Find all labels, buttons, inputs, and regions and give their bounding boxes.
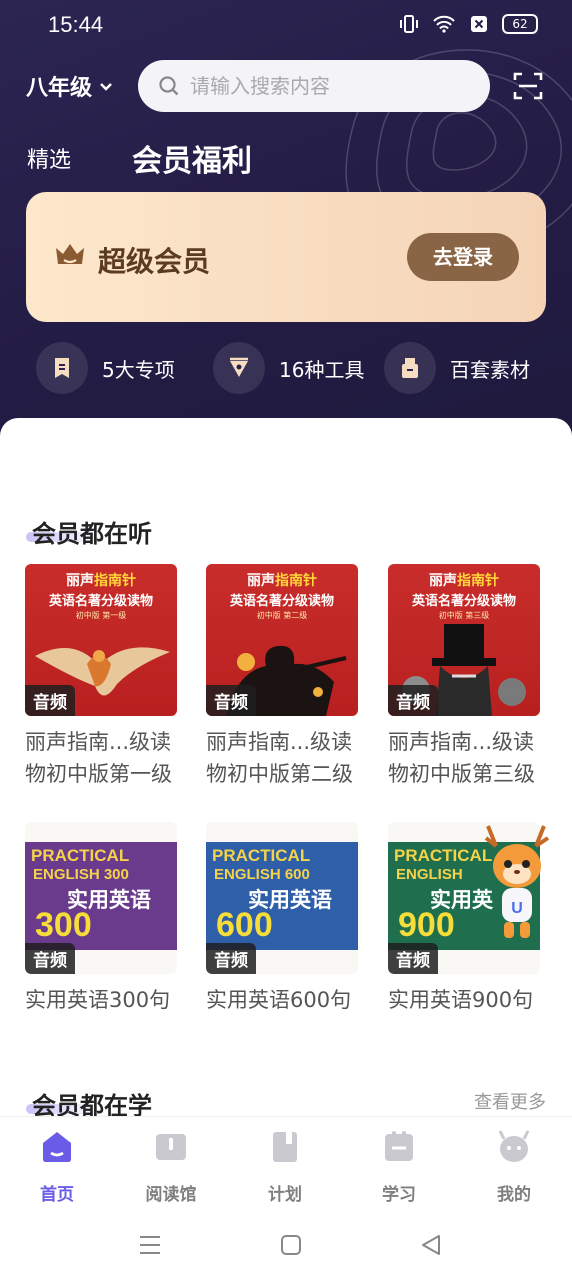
tab-reading-hall[interactable]: 阅读馆 xyxy=(131,1129,211,1205)
tab-label: 计划 xyxy=(268,1185,302,1205)
cover-subtitle: 英语名著分级读物 xyxy=(411,594,516,609)
book-cover: 丽声指南针 英语名著分级读物 初中版 第三级 音频 xyxy=(388,564,540,716)
search-input[interactable] xyxy=(190,74,460,98)
tab-label: 学习 xyxy=(382,1185,416,1205)
super-member-card[interactable]: 超级会员 去登录 xyxy=(26,192,546,322)
book-card[interactable]: PRACTICAL ENGLISH 300 实用英语 300 音频 实用英语30… xyxy=(25,822,177,1016)
battery-indicator: 62 xyxy=(502,14,538,34)
book-title: 丽声指南...级读物初中版第一级 xyxy=(25,730,172,786)
cover-subtitle: 英语名著分级读物 xyxy=(229,594,334,609)
tab-member-benefits[interactable]: 会员福利 xyxy=(132,136,252,180)
scan-icon[interactable] xyxy=(512,70,544,102)
svg-text:U: U xyxy=(511,900,523,917)
crown-icon xyxy=(56,244,84,264)
search-bar[interactable] xyxy=(138,60,490,112)
perk-label: 16种工具 xyxy=(279,357,365,382)
clipboard-icon xyxy=(385,1131,413,1161)
notebook-icon xyxy=(273,1132,297,1162)
search-icon xyxy=(159,76,179,96)
cover-number: 900 xyxy=(398,906,455,944)
tab-plan[interactable]: 计划 xyxy=(245,1129,325,1205)
status-bar: 15:44 62 xyxy=(0,0,572,52)
status-time: 15:44 xyxy=(48,12,104,37)
perk-materials[interactable]: 百套素材 xyxy=(384,342,530,394)
pen-icon xyxy=(230,357,248,377)
perk-label: 百套素材 xyxy=(450,357,530,382)
deer-face-icon xyxy=(498,1130,530,1162)
bookmark-icon xyxy=(55,358,69,378)
grade-label: 八年级 xyxy=(26,76,93,101)
audio-badge: 音频 xyxy=(206,943,256,974)
perk-icon-wrap xyxy=(213,342,265,394)
back-triangle-icon[interactable] xyxy=(420,1234,442,1256)
book-card[interactable]: 丽声指南针 英语名著分级读物 初中版 第二级 音频 丽声指南...级读物初中版第… xyxy=(206,564,358,790)
book-title: 丽声指南...级读物初中版第二级 xyxy=(206,730,353,786)
tab-home[interactable]: 首页 xyxy=(17,1129,97,1205)
system-nav-bar xyxy=(0,1212,572,1280)
chevron-down-icon xyxy=(100,83,112,91)
perk-tools[interactable]: 16种工具 xyxy=(213,342,364,394)
perk-icon-wrap xyxy=(36,342,88,394)
audio-badge: 音频 xyxy=(25,943,75,974)
book-cover: PRACTICAL ENGLISH 300 实用英语 300 音频 xyxy=(25,822,177,974)
perks-row: 5大专项 16种工具 百套素材 xyxy=(0,342,572,398)
book-cover: 丽声指南针 英语名著分级读物 初中版 第一级 音频 xyxy=(25,564,177,716)
audio-badge: 音频 xyxy=(388,943,438,974)
cover-line2: ENGLISH 300 xyxy=(33,866,129,883)
cover-brand: 丽声指南针 xyxy=(66,573,136,589)
sim-x-icon xyxy=(471,16,487,32)
cover-line2: ENGLISH xyxy=(396,866,463,883)
cover-brand: 丽声指南针 xyxy=(429,573,499,589)
cover-level: 初中版 第二级 xyxy=(256,611,308,620)
super-member-title: 超级会员 xyxy=(98,245,211,278)
tab-label: 阅读馆 xyxy=(145,1185,197,1205)
cover-subtitle: 英语名著分级读物 xyxy=(48,594,153,609)
book-title: 实用英语300句 xyxy=(25,988,171,1012)
cover-line1: PRACTICAL xyxy=(212,846,311,865)
tab-label: 首页 xyxy=(40,1185,74,1205)
login-button[interactable]: 去登录 xyxy=(407,233,519,281)
wifi-icon xyxy=(433,15,455,33)
book-card[interactable]: PRACTICAL ENGLISH 600 实用英语 600 音频 实用英语60… xyxy=(206,822,358,1016)
cover-number: 300 xyxy=(35,906,92,944)
cover-line1: PRACTICAL xyxy=(31,846,130,865)
view-more-link[interactable]: 查看更多 xyxy=(474,1088,546,1114)
home-square-icon[interactable] xyxy=(280,1234,302,1256)
audio-badge: 音频 xyxy=(25,685,75,716)
usb-icon xyxy=(402,358,418,378)
audio-badge: 音频 xyxy=(206,685,256,716)
book-title: 实用英语600句 xyxy=(206,988,352,1012)
book-card[interactable]: 丽声指南针 英语名著分级读物 初中版 第一级 音频 丽声指南...级读物初中版第… xyxy=(25,564,177,790)
cover-line1: PRACTICAL xyxy=(394,846,493,865)
cover-brand: 丽声指南针 xyxy=(247,573,317,589)
book-cover: PRACTICAL ENGLISH 600 实用英语 600 音频 xyxy=(206,822,358,974)
menu-icon[interactable] xyxy=(138,1234,162,1256)
tab-study[interactable]: 学习 xyxy=(359,1129,439,1205)
cover-level: 初中版 第一级 xyxy=(75,611,127,620)
home-icon xyxy=(43,1132,71,1162)
book-title: 实用英语900句 xyxy=(388,988,534,1012)
bottom-tab-bar: 首页 阅读馆 计划 学习 我的 xyxy=(0,1116,572,1212)
grade-selector[interactable]: 八年级 xyxy=(26,70,114,102)
perk-icon-wrap xyxy=(384,342,436,394)
tab-label: 我的 xyxy=(497,1185,531,1205)
cover-number: 600 xyxy=(216,906,273,944)
perk-label: 5大专项 xyxy=(102,357,175,382)
book-title: 丽声指南...级读物初中版第三级 xyxy=(388,730,535,786)
cover-line2: ENGLISH 600 xyxy=(214,866,310,883)
section-title-listen: 会员都在听 xyxy=(32,520,152,548)
vibrate-icon xyxy=(400,15,418,33)
book-card[interactable]: 丽声指南针 英语名著分级读物 初中版 第三级 音频 丽声指南...级读物初中版第… xyxy=(388,564,540,790)
deer-mascot-icon[interactable]: U xyxy=(484,822,550,944)
perk-special-topics[interactable]: 5大专项 xyxy=(36,342,175,394)
book-cover: 丽声指南针 英语名著分级读物 初中版 第二级 音频 xyxy=(206,564,358,716)
audio-badge: 音频 xyxy=(388,685,438,716)
book-open-icon xyxy=(156,1134,186,1160)
tab-featured[interactable]: 精选 xyxy=(27,142,71,174)
status-icons: 62 xyxy=(400,14,538,34)
tab-mine[interactable]: 我的 xyxy=(474,1129,554,1205)
